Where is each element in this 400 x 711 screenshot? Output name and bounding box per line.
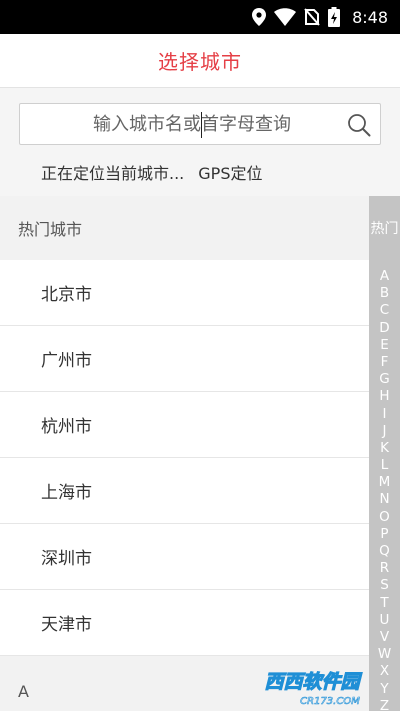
watermark-logo: 西西软件园 CR173.COM: [264, 670, 363, 707]
index-letter-p[interactable]: P: [369, 526, 400, 543]
location-icon: [252, 8, 267, 26]
title-bar: 选择城市: [0, 34, 400, 88]
index-letter-i[interactable]: I: [369, 406, 400, 423]
gps-locate-button[interactable]: GPS定位: [198, 160, 262, 184]
index-letter-b[interactable]: B: [369, 285, 400, 302]
index-item-hot[interactable]: 热门: [369, 218, 400, 238]
search-box[interactable]: [19, 103, 381, 145]
location-row: 正在定位当前城市... GPS定位: [41, 160, 262, 184]
index-letter-s[interactable]: S: [369, 577, 400, 594]
index-letter-f[interactable]: F: [369, 354, 400, 371]
index-letter-c[interactable]: C: [369, 302, 400, 319]
index-letter-l[interactable]: L: [369, 457, 400, 474]
index-letter-m[interactable]: M: [369, 474, 400, 491]
section-header-hot: 热门城市: [0, 196, 369, 260]
city-item-shanghai[interactable]: 上海市: [0, 458, 369, 524]
index-letter-q[interactable]: Q: [369, 543, 400, 560]
index-letter-n[interactable]: N: [369, 491, 400, 508]
search-input[interactable]: [20, 104, 340, 144]
city-item-beijing[interactable]: 北京市: [0, 260, 369, 326]
city-item-tianjin[interactable]: 天津市: [0, 590, 369, 656]
index-letter-j[interactable]: J: [369, 423, 400, 440]
index-letters: ABCDEFGHIJKLMNOPQRSTUVWXYZ: [369, 268, 400, 711]
index-letter-o[interactable]: O: [369, 509, 400, 526]
alphabet-index-bar[interactable]: 热门 ABCDEFGHIJKLMNOPQRSTUVWXYZ: [369, 196, 400, 711]
index-letter-r[interactable]: R: [369, 560, 400, 577]
watermark-sub: CR173.COM: [300, 696, 360, 707]
status-icons: 8:48: [252, 0, 388, 34]
city-item-hangzhou[interactable]: 杭州市: [0, 392, 369, 458]
index-letter-k[interactable]: K: [369, 440, 400, 457]
no-sim-icon: [304, 8, 320, 26]
battery-charging-icon: [328, 7, 341, 27]
text-cursor: [201, 112, 202, 138]
city-item-shenzhen[interactable]: 深圳市: [0, 524, 369, 590]
status-time: 8:48: [352, 7, 388, 27]
page-title: 选择城市: [158, 50, 242, 74]
index-letter-h[interactable]: H: [369, 388, 400, 405]
watermark-text: 西西软件园: [264, 671, 362, 693]
city-list[interactable]: 热门城市 北京市 广州市 杭州市 上海市 深圳市 天津市 A: [0, 196, 369, 711]
city-item-guangzhou[interactable]: 广州市: [0, 326, 369, 392]
index-letter-d[interactable]: D: [369, 320, 400, 337]
index-letter-a[interactable]: A: [369, 268, 400, 285]
index-letter-g[interactable]: G: [369, 371, 400, 388]
wifi-icon: [274, 8, 297, 26]
status-bar: 8:48: [0, 0, 400, 34]
index-letter-t[interactable]: T: [369, 595, 400, 612]
screen: 8:48 选择城市 正在定位当前城市... GPS定位 热门城市 北京市 广州市…: [0, 0, 400, 711]
search-icon[interactable]: [347, 113, 371, 137]
index-letter-e[interactable]: E: [369, 337, 400, 354]
search-block: 正在定位当前城市... GPS定位: [0, 88, 400, 196]
index-letter-u[interactable]: U: [369, 612, 400, 629]
location-status: 正在定位当前城市...: [41, 164, 185, 183]
index-letter-v[interactable]: V: [369, 629, 400, 646]
